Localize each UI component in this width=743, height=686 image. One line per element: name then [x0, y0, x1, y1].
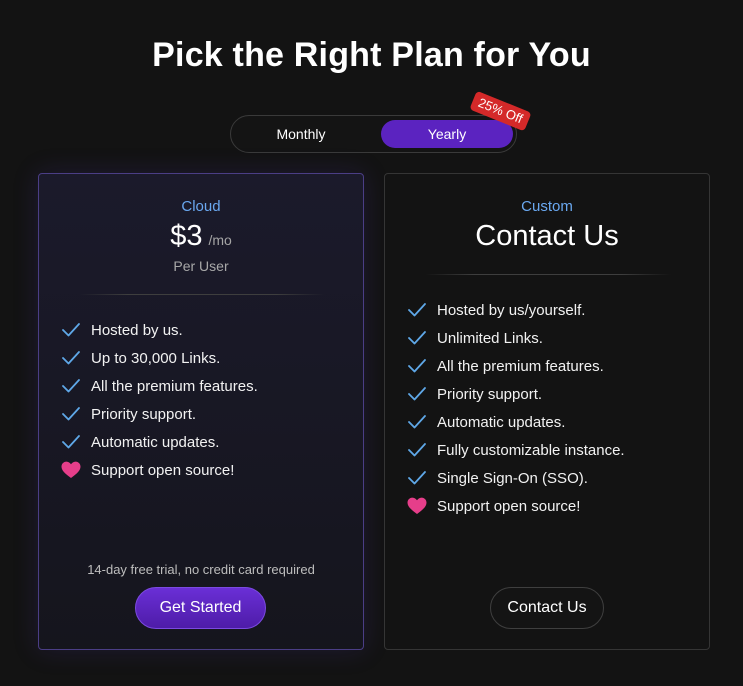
- feature-text: Support open source!: [437, 497, 581, 515]
- feature-item: Single Sign-On (SSO).: [407, 464, 625, 492]
- check-icon: [407, 468, 427, 488]
- feature-item: Up to 30,000 Links.: [61, 344, 258, 372]
- feature-item: Hosted by us/yourself.: [407, 296, 625, 324]
- feature-text: All the premium features.: [91, 377, 258, 395]
- page-title: Pick the Right Plan for You: [152, 36, 591, 74]
- check-icon: [407, 300, 427, 320]
- feature-item: Priority support.: [61, 400, 258, 428]
- toggle-yearly[interactable]: Yearly: [381, 120, 513, 148]
- feature-list: Hosted by us/yourself. Unlimited Links. Al…: [407, 296, 625, 520]
- check-icon: [407, 384, 427, 404]
- divider: [79, 294, 325, 295]
- feature-text: Fully customizable instance.: [437, 441, 625, 459]
- toggle-monthly[interactable]: Monthly: [235, 120, 367, 148]
- check-icon: [407, 412, 427, 432]
- billing-toggle: Monthly Yearly: [230, 115, 517, 153]
- feature-item: Automatic updates.: [61, 428, 258, 456]
- feature-list: Hosted by us. Up to 30,000 Links. All the …: [61, 316, 258, 484]
- feature-item: Fully customizable instance.: [407, 436, 625, 464]
- heart-icon: [407, 496, 427, 516]
- plan-price: $3: [170, 220, 203, 252]
- feature-item: Priority support.: [407, 380, 625, 408]
- divider: [425, 274, 671, 275]
- feature-text: Single Sign-On (SSO).: [437, 469, 588, 487]
- check-icon: [61, 432, 81, 452]
- feature-text: Support open source!: [91, 461, 235, 479]
- feature-item: Support open source!: [61, 456, 258, 484]
- contact-us-button[interactable]: Contact Us: [490, 587, 604, 629]
- get-started-button[interactable]: Get Started: [135, 587, 266, 629]
- feature-item: Support open source!: [407, 492, 625, 520]
- price-unit: /mo: [208, 232, 232, 248]
- plan-card-cloud: Cloud $3/mo Per User Hosted by us. Up to …: [38, 173, 364, 650]
- trial-note: 14-day free trial, no credit card requir…: [87, 562, 315, 577]
- feature-item: Automatic updates.: [407, 408, 625, 436]
- plan-name: Cloud: [181, 198, 221, 215]
- feature-item: All the premium features.: [407, 352, 625, 380]
- plan-heading: Contact Us: [475, 220, 619, 252]
- price-note: Per User: [173, 258, 229, 274]
- check-icon: [407, 440, 427, 460]
- check-icon: [407, 356, 427, 376]
- check-icon: [407, 328, 427, 348]
- feature-item: Hosted by us.: [61, 316, 258, 344]
- check-icon: [61, 404, 81, 424]
- check-icon: [61, 376, 81, 396]
- feature-text: Hosted by us.: [91, 321, 183, 339]
- feature-text: Priority support.: [437, 385, 543, 403]
- feature-text: Automatic updates.: [91, 433, 220, 451]
- check-icon: [61, 320, 81, 340]
- plan-card-custom: Custom Contact Us Hosted by us/yourself.…: [384, 173, 710, 650]
- feature-text: All the premium features.: [437, 357, 604, 375]
- plan-name: Custom: [521, 198, 573, 215]
- heart-icon: [61, 460, 81, 480]
- feature-item: All the premium features.: [61, 372, 258, 400]
- pricing-page: Pick the Right Plan for You Monthly Year…: [0, 0, 743, 686]
- feature-text: Hosted by us/yourself.: [437, 301, 586, 319]
- feature-item: Unlimited Links.: [407, 324, 625, 352]
- feature-text: Up to 30,000 Links.: [91, 349, 221, 367]
- feature-text: Priority support.: [91, 405, 197, 423]
- price-row: $3/mo: [39, 220, 363, 253]
- feature-text: Automatic updates.: [437, 413, 566, 431]
- check-icon: [61, 348, 81, 368]
- feature-text: Unlimited Links.: [437, 329, 543, 347]
